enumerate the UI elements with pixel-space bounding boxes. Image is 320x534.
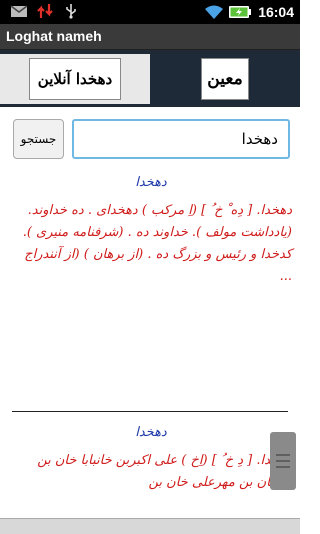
usb-icon [62, 3, 80, 19]
sync-arrows-icon [36, 3, 54, 19]
tab-dehkhoda-online[interactable]: دهخدا آنلاین [0, 54, 150, 104]
status-bar: 16:04 [0, 0, 300, 24]
dictionary-tabs: دهخدا آنلاین معین [0, 50, 300, 107]
grip-line [276, 460, 290, 462]
result-text: دهخدا. [ دِه ْ خ ُ ] (اِ مرکب ) دهخدای .… [22, 203, 292, 284]
status-time: 16:04 [258, 4, 294, 20]
tab-moein[interactable]: معین [150, 54, 300, 104]
grip-line [276, 454, 290, 456]
result-text: دهخدا. [ دِ خ ُ ] (اِخ ) علی اکبربن خانب… [37, 453, 292, 490]
battery-charging-icon [228, 4, 252, 20]
result-heading[interactable]: دهخدا [10, 175, 292, 190]
app-title: Loghat nameh [6, 28, 102, 44]
result-divider [12, 411, 288, 412]
grip-line [276, 466, 290, 468]
status-left-icons [10, 3, 80, 19]
dehkhoda-online-logo: دهخدا آنلاین [29, 58, 121, 100]
mail-icon [10, 3, 28, 19]
search-row: جستجو [0, 107, 300, 167]
status-right-icons: 16:04 [204, 3, 294, 21]
result-heading[interactable]: دهخدا [10, 425, 292, 440]
result-entry: دهخدا دهخدا. [ دِ خ ُ ] (اِخ ) علی اکبرب… [10, 425, 292, 494]
scroll-handle[interactable] [270, 432, 296, 490]
result-entry: دهخدا دهخدا. [ دِه ْ خ ُ ] (اِ مرکب ) ده… [10, 175, 292, 288]
moein-logo: معین [201, 58, 249, 100]
app-title-bar: Loghat nameh [0, 24, 300, 50]
bottom-strip [0, 518, 300, 534]
search-input[interactable] [72, 119, 290, 159]
wifi-icon [204, 4, 224, 20]
search-button[interactable]: جستجو [13, 119, 64, 159]
